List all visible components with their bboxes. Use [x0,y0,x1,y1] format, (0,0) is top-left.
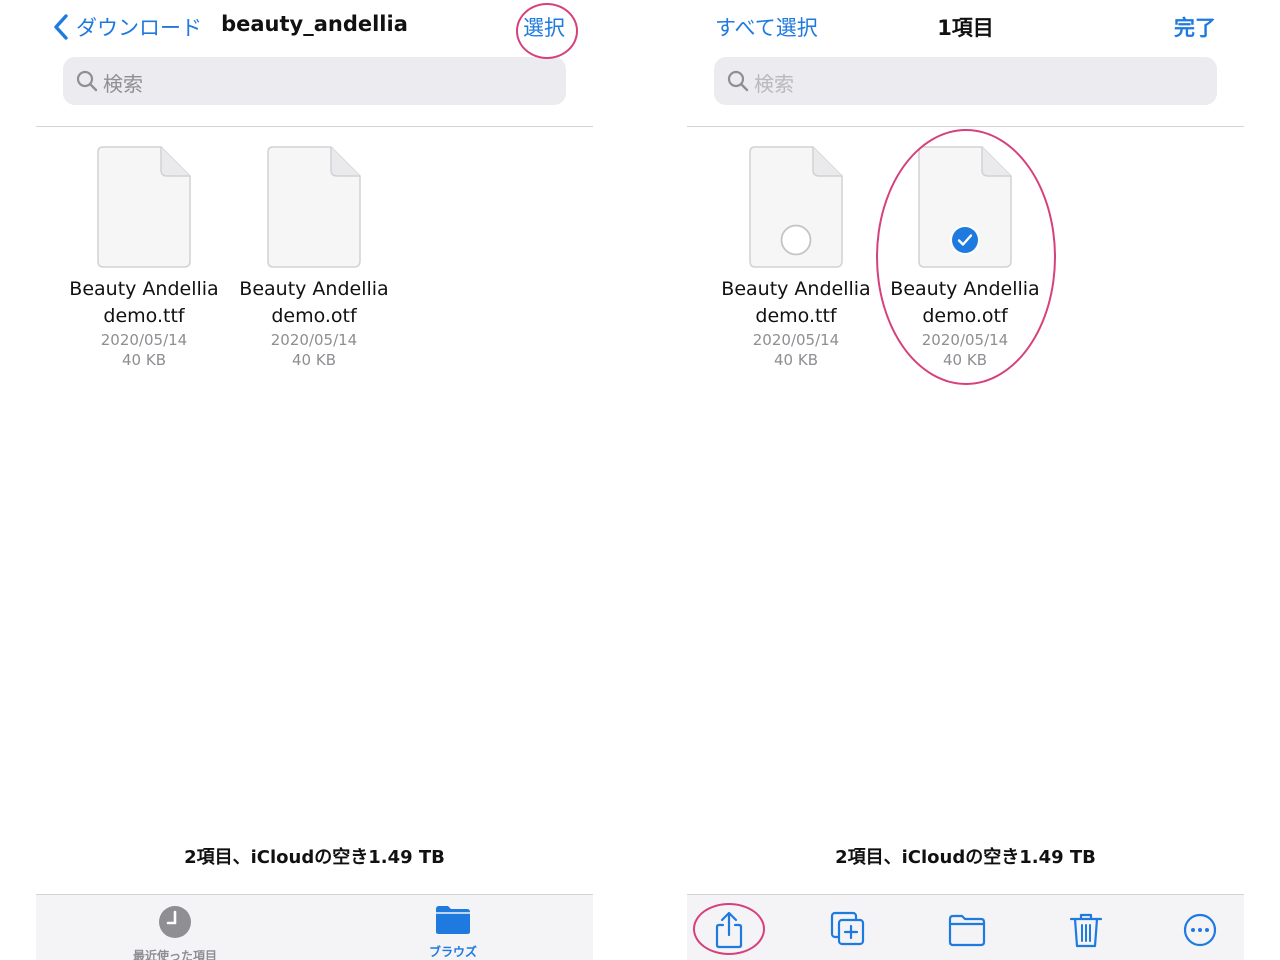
file-size: 40 KB [292,351,336,369]
file-name-line2: demo.otf [922,305,1008,327]
file-name-line2: demo.ttf [103,305,185,327]
divider [36,126,593,127]
clock-icon [159,906,191,938]
file-date: 2020/05/14 [100,331,188,349]
more-icon[interactable] [1180,910,1220,950]
file-size: 40 KB [943,351,987,369]
storage-info: 2項目、iCloudの空き1.49 TB [835,847,1096,868]
tab-bar: 最近使った項目 ブラウズ [36,894,593,960]
tab-recents[interactable]: 最近使った項目 [105,905,245,960]
divider [687,126,1244,127]
file-size: 40 KB [122,351,166,369]
duplicate-icon[interactable] [827,910,867,950]
page-title: beauty_andellia [221,12,408,36]
tab-browse[interactable]: ブラウズ [383,905,523,960]
file-name-line1: Beauty Andellia [890,278,1040,300]
search-field[interactable]: 検索 [63,57,566,105]
storage-info: 2項目、iCloudの空き1.49 TB [184,847,445,868]
file-item[interactable]: Beauty Andellia demo.ttf 2020/05/14 40 K… [711,146,881,370]
file-name-line2: demo.ttf [755,305,837,327]
file-name-line1: Beauty Andellia [239,278,389,300]
file-item[interactable]: Beauty Andellia demo.ttf 2020/05/14 40 K… [59,146,229,370]
file-name-line2: demo.otf [271,305,357,327]
share-icon[interactable] [709,910,749,950]
done-button[interactable]: 完了 [1174,12,1216,42]
search-icon [76,70,98,92]
file-date: 2020/05/14 [752,331,840,349]
folder-icon [436,906,470,934]
search-icon [727,70,749,92]
search-field[interactable]: 検索 [714,57,1217,105]
file-name-line1: Beauty Andellia [69,278,219,300]
tab-label: ブラウズ [428,945,477,959]
document-icon [97,146,191,268]
file-item[interactable]: Beauty Andellia demo.otf 2020/05/14 40 K… [229,146,399,370]
checkmark-circle-icon[interactable] [949,224,981,256]
select-button[interactable]: 選択 [523,12,565,42]
selection-count: 1項目 [937,16,994,40]
document-icon [267,146,361,268]
unselected-circle-icon[interactable] [780,224,812,256]
tab-label: 最近使った項目 [132,949,217,960]
search-placeholder: 検索 [754,72,794,96]
files-browser-left: ダウンロード beauty_andellia 選択 検索 Beauty Ande… [36,0,593,960]
file-date: 2020/05/14 [270,331,358,349]
toolbar [687,894,1244,960]
file-item-selected[interactable]: Beauty Andellia demo.otf 2020/05/14 40 K… [880,146,1050,370]
file-name-line1: Beauty Andellia [721,278,871,300]
folder-icon[interactable] [947,910,987,950]
file-size: 40 KB [774,351,818,369]
files-browser-right: すべて選択 1項目 完了 検索 Beauty Andellia demo.ttf… [687,0,1244,960]
trash-icon[interactable] [1066,910,1106,950]
navigation-bar: ダウンロード beauty_andellia 選択 [36,0,593,52]
file-date: 2020/05/14 [921,331,1009,349]
navigation-bar: すべて選択 1項目 完了 [687,0,1244,52]
search-placeholder: 検索 [103,72,143,96]
